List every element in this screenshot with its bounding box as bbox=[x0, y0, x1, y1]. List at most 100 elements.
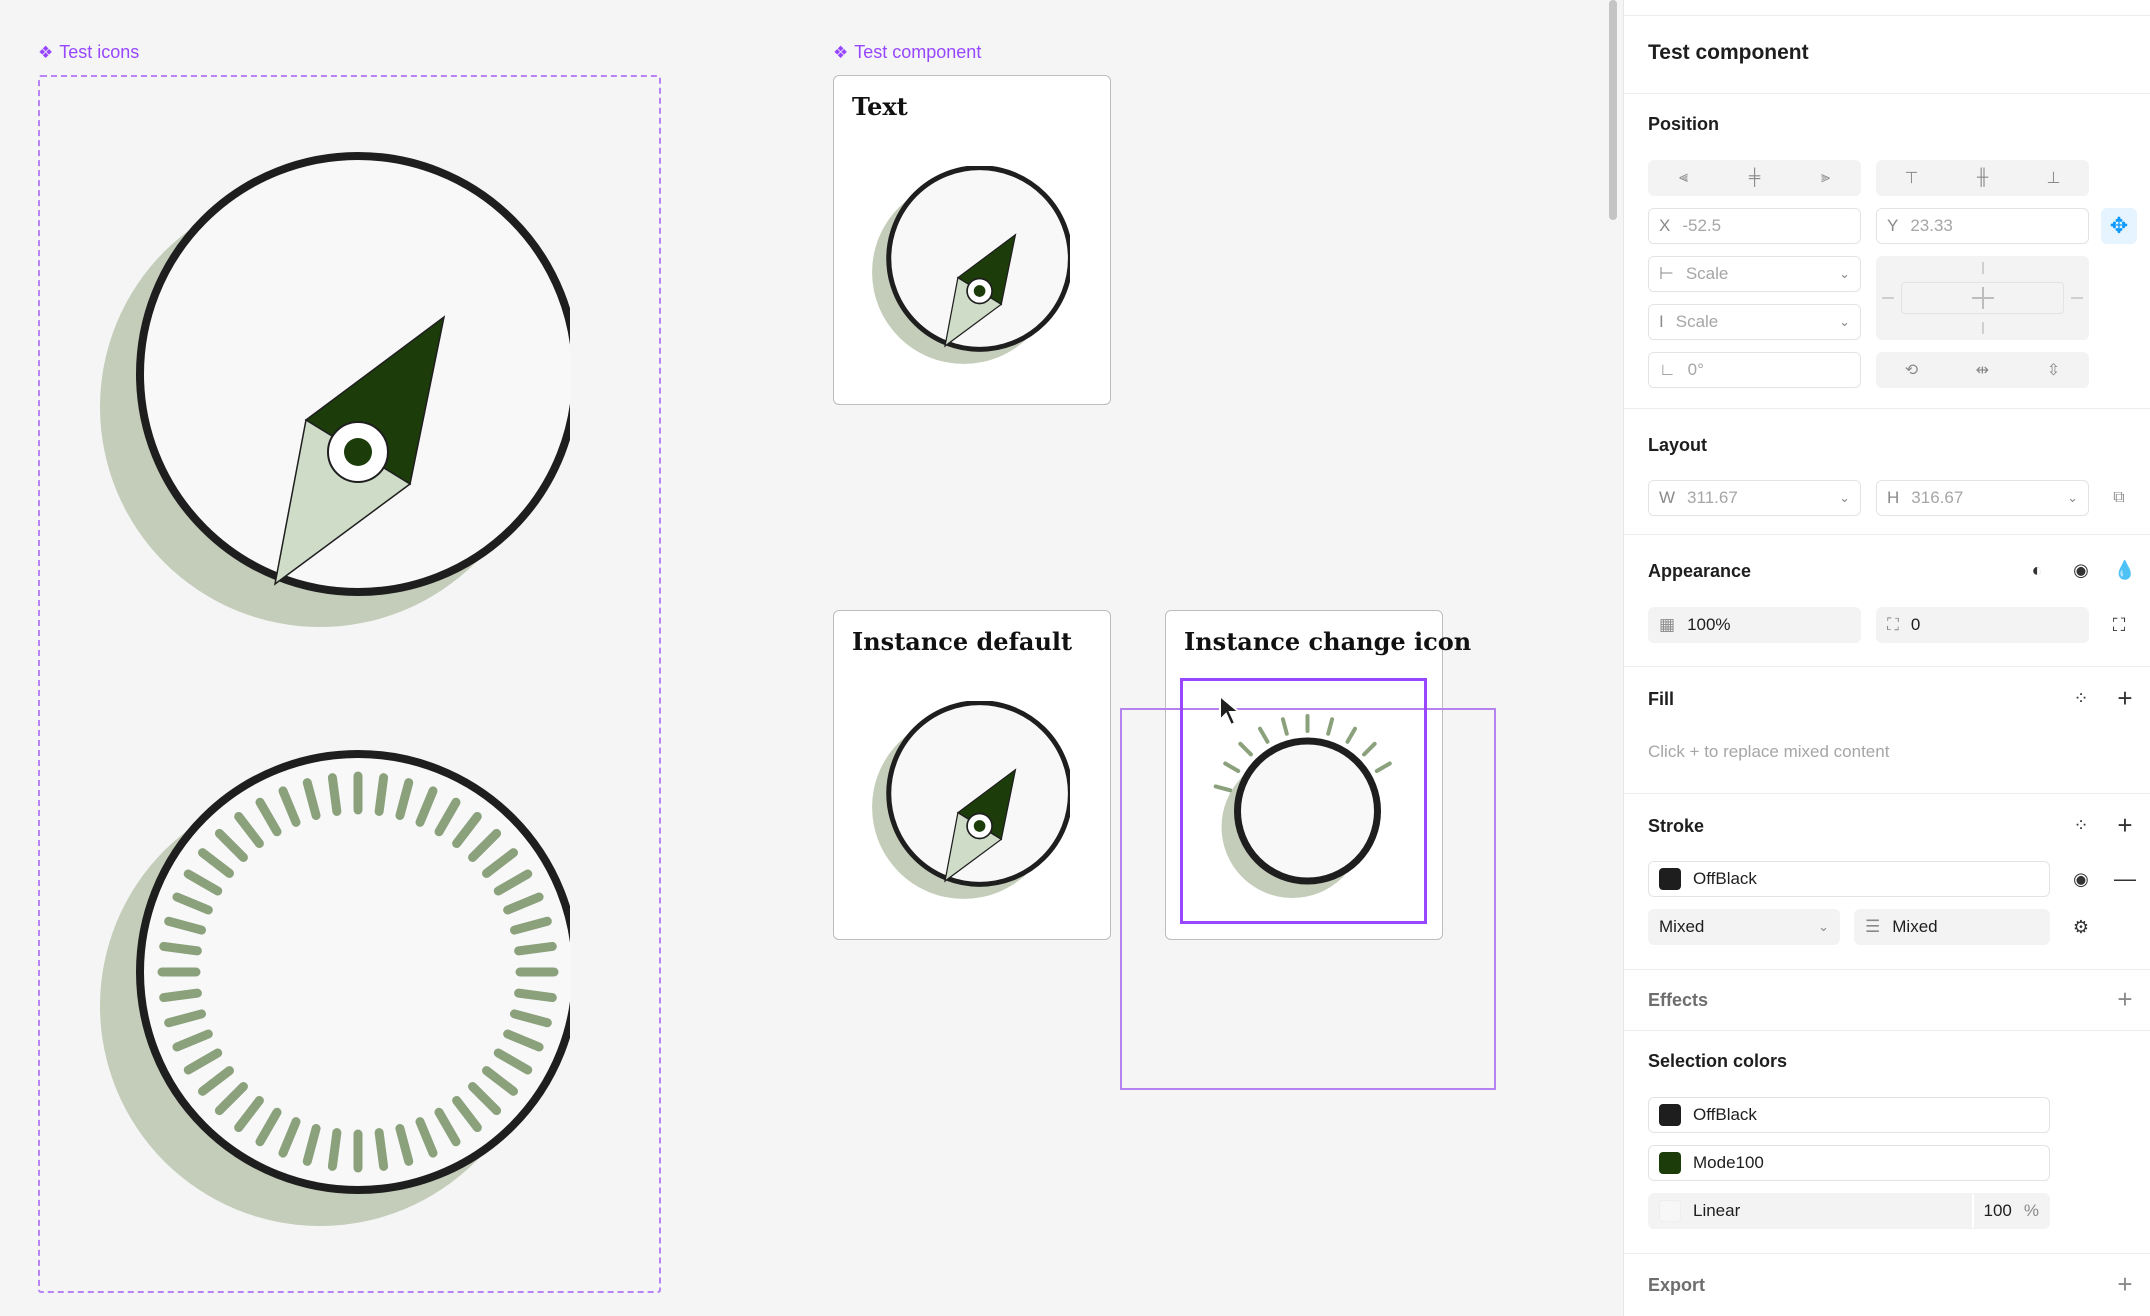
selection-color-name: Mode100 bbox=[1693, 1153, 1764, 1172]
selection-color-name: Linear bbox=[1693, 1201, 1741, 1220]
component-card-text[interactable]: Text bbox=[833, 75, 1111, 405]
rotation-field[interactable]: ∟ 0° bbox=[1648, 352, 1861, 388]
remove-stroke-minus-icon[interactable]: — bbox=[2111, 865, 2139, 893]
stroke-weight-field[interactable]: ☰ Mixed bbox=[1854, 909, 2050, 945]
height-label: H bbox=[1887, 488, 1900, 507]
section-heading: Selection colors bbox=[1648, 1051, 1788, 1071]
dial-tick bbox=[514, 988, 557, 1003]
align-top-icon[interactable]: ⊤ bbox=[1876, 160, 1947, 196]
effects-section: Effects + bbox=[1624, 970, 2150, 1031]
gradient-opacity[interactable]: 100 % bbox=[1971, 1194, 2039, 1228]
layout-section: Layout W 311.67 ⌄ H 316.67 ⌄ ⧉ bbox=[1624, 409, 2150, 535]
dial-tick bbox=[327, 773, 342, 816]
eye-icon[interactable]: ◉ bbox=[2067, 556, 2095, 584]
y-value: 23.33 bbox=[1910, 216, 1953, 235]
vertical-align-group: ⊤ ╫ ⊥ bbox=[1876, 160, 2089, 196]
styles-grid-icon[interactable]: ⁘ bbox=[2067, 811, 2095, 839]
gradient-swatch[interactable] bbox=[1659, 1200, 1681, 1222]
selection-color-name: OffBlack bbox=[1693, 1105, 1757, 1124]
opacity-field[interactable]: ▦ 100% bbox=[1648, 607, 1861, 643]
section-heading: Appearance bbox=[1648, 561, 1752, 581]
vertical-constraint-icon: I bbox=[1659, 312, 1664, 331]
compass-icon bbox=[100, 152, 570, 627]
opacity-icon: ▦ bbox=[1659, 615, 1676, 634]
canvas-scrollbar[interactable] bbox=[1609, 0, 1617, 220]
transform-group: ⟲ ⇹ ⇳ bbox=[1876, 352, 2089, 388]
export-section: Export + bbox=[1624, 1254, 2150, 1316]
constraint-widget[interactable] bbox=[1876, 256, 2089, 340]
constraints-toggle-icon[interactable]: ✥ bbox=[2101, 208, 2137, 244]
frame-test-icons[interactable] bbox=[38, 75, 661, 1293]
corner-radius-field[interactable]: ⛶ 0 bbox=[1876, 607, 2089, 643]
styles-grid-icon[interactable]: ⁘ bbox=[2067, 684, 2095, 712]
frame-label-test-icons[interactable]: ❖ Test icons bbox=[38, 42, 139, 63]
selection-color-row[interactable]: Linear 100 % bbox=[1648, 1193, 2050, 1229]
stroke-color-swatch[interactable] bbox=[1659, 868, 1681, 890]
x-position-field[interactable]: X -52.5 bbox=[1648, 208, 1861, 244]
stroke-color-name: OffBlack bbox=[1693, 869, 1757, 888]
frame-label-test-component[interactable]: ❖ Test component bbox=[833, 42, 981, 63]
width-field[interactable]: W 311.67 ⌄ bbox=[1648, 480, 1861, 516]
blend-mode-drop-icon[interactable]: 💧 bbox=[2111, 556, 2139, 584]
dial-icon bbox=[100, 750, 570, 1226]
add-fill-plus-icon[interactable]: + bbox=[2111, 683, 2139, 713]
flip-vertical-icon[interactable]: ⇳ bbox=[2018, 352, 2089, 388]
align-center-h-icon[interactable]: ╪ bbox=[1719, 160, 1790, 196]
section-heading: Position bbox=[1648, 114, 1719, 134]
rotate-icon[interactable]: ⟲ bbox=[1876, 352, 1947, 388]
align-right-icon[interactable]: ⫸ bbox=[1790, 160, 1861, 196]
stroke-weight-value: Mixed bbox=[1892, 917, 1938, 936]
gradient-opacity-value: 100 bbox=[1983, 1201, 2012, 1220]
chevron-down-icon: ⌄ bbox=[2067, 490, 2078, 505]
stroke-position-select[interactable]: Mixed ⌄ bbox=[1648, 909, 1840, 945]
card-title: Instance default bbox=[852, 627, 1073, 656]
rotation-icon: ∟ bbox=[1659, 360, 1676, 379]
compass-icon bbox=[872, 166, 1070, 364]
constraint-center-v bbox=[1982, 287, 1984, 309]
section-heading: Layout bbox=[1648, 435, 1708, 455]
vertical-constraint-select[interactable]: I Scale ⌄ bbox=[1648, 304, 1861, 340]
selection-color-row[interactable]: OffBlack bbox=[1648, 1097, 2050, 1133]
x-label: X bbox=[1659, 216, 1671, 235]
chevron-down-icon: ⌄ bbox=[1839, 314, 1850, 329]
frame-label-text: Test component bbox=[854, 42, 982, 62]
constraint-left-line bbox=[1882, 297, 1894, 299]
section-heading: Stroke bbox=[1648, 816, 1705, 836]
resize-to-fit-icon[interactable]: ⧉ bbox=[2105, 484, 2133, 512]
appearance-section: Appearance ◐ ◉ 💧 ▦ 100% ⛶ 0 ⛶ bbox=[1624, 535, 2150, 667]
dial-tick bbox=[159, 941, 202, 956]
independent-corners-icon[interactable]: ⛶ bbox=[2105, 611, 2133, 639]
section-heading: Fill bbox=[1648, 689, 1674, 709]
eye-icon[interactable]: ◉ bbox=[2067, 865, 2095, 893]
component-card-instance-default[interactable]: Instance default bbox=[833, 610, 1111, 940]
color-swatch[interactable] bbox=[1659, 1104, 1681, 1126]
gradient-opacity-unit: % bbox=[2023, 1201, 2039, 1220]
flip-horizontal-icon[interactable]: ⇹ bbox=[1947, 352, 2018, 388]
selection-color-row[interactable]: Mode100 bbox=[1648, 1145, 2050, 1181]
add-export-plus-icon[interactable]: + bbox=[2111, 1269, 2139, 1299]
align-middle-v-icon[interactable]: ╫ bbox=[1947, 160, 2018, 196]
y-position-field[interactable]: Y 23.33 bbox=[1876, 208, 2089, 244]
constraint-top-line bbox=[1982, 262, 1984, 274]
color-swatch[interactable] bbox=[1659, 1152, 1681, 1174]
stroke-settings-icon[interactable]: ⚙ bbox=[2067, 913, 2095, 941]
horizontal-constraint-value: Scale bbox=[1685, 264, 1729, 283]
add-effect-plus-icon[interactable]: + bbox=[2111, 984, 2139, 1014]
section-heading: Export bbox=[1648, 1275, 1706, 1295]
horizontal-constraint-select[interactable]: ⊢ Scale ⌄ bbox=[1648, 256, 1861, 292]
opacity-value: 100% bbox=[1687, 615, 1731, 634]
align-bottom-icon[interactable]: ⊥ bbox=[2018, 160, 2089, 196]
align-left-icon[interactable]: ⫷ bbox=[1648, 160, 1719, 196]
stroke-color-field[interactable]: OffBlack bbox=[1648, 861, 2050, 897]
stroke-weight-icon: ☰ bbox=[1865, 917, 1881, 936]
width-value: 311.67 bbox=[1687, 488, 1738, 507]
vertical-constraint-value: Scale bbox=[1675, 312, 1719, 331]
add-stroke-plus-icon[interactable]: + bbox=[2111, 810, 2139, 840]
corner-radius-value: 0 bbox=[1910, 615, 1921, 634]
variable-mode-icon[interactable]: ◐ bbox=[2023, 556, 2051, 584]
panel-header: Test component bbox=[1624, 16, 2150, 94]
horizontal-constraint-icon: ⊢ bbox=[1659, 264, 1674, 283]
design-canvas[interactable]: ❖ Test icons ❖ Test component Text Insta… bbox=[0, 0, 1623, 1316]
horizontal-align-group: ⫷ ╪ ⫸ bbox=[1648, 160, 1861, 196]
height-field[interactable]: H 316.67 ⌄ bbox=[1876, 480, 2089, 516]
